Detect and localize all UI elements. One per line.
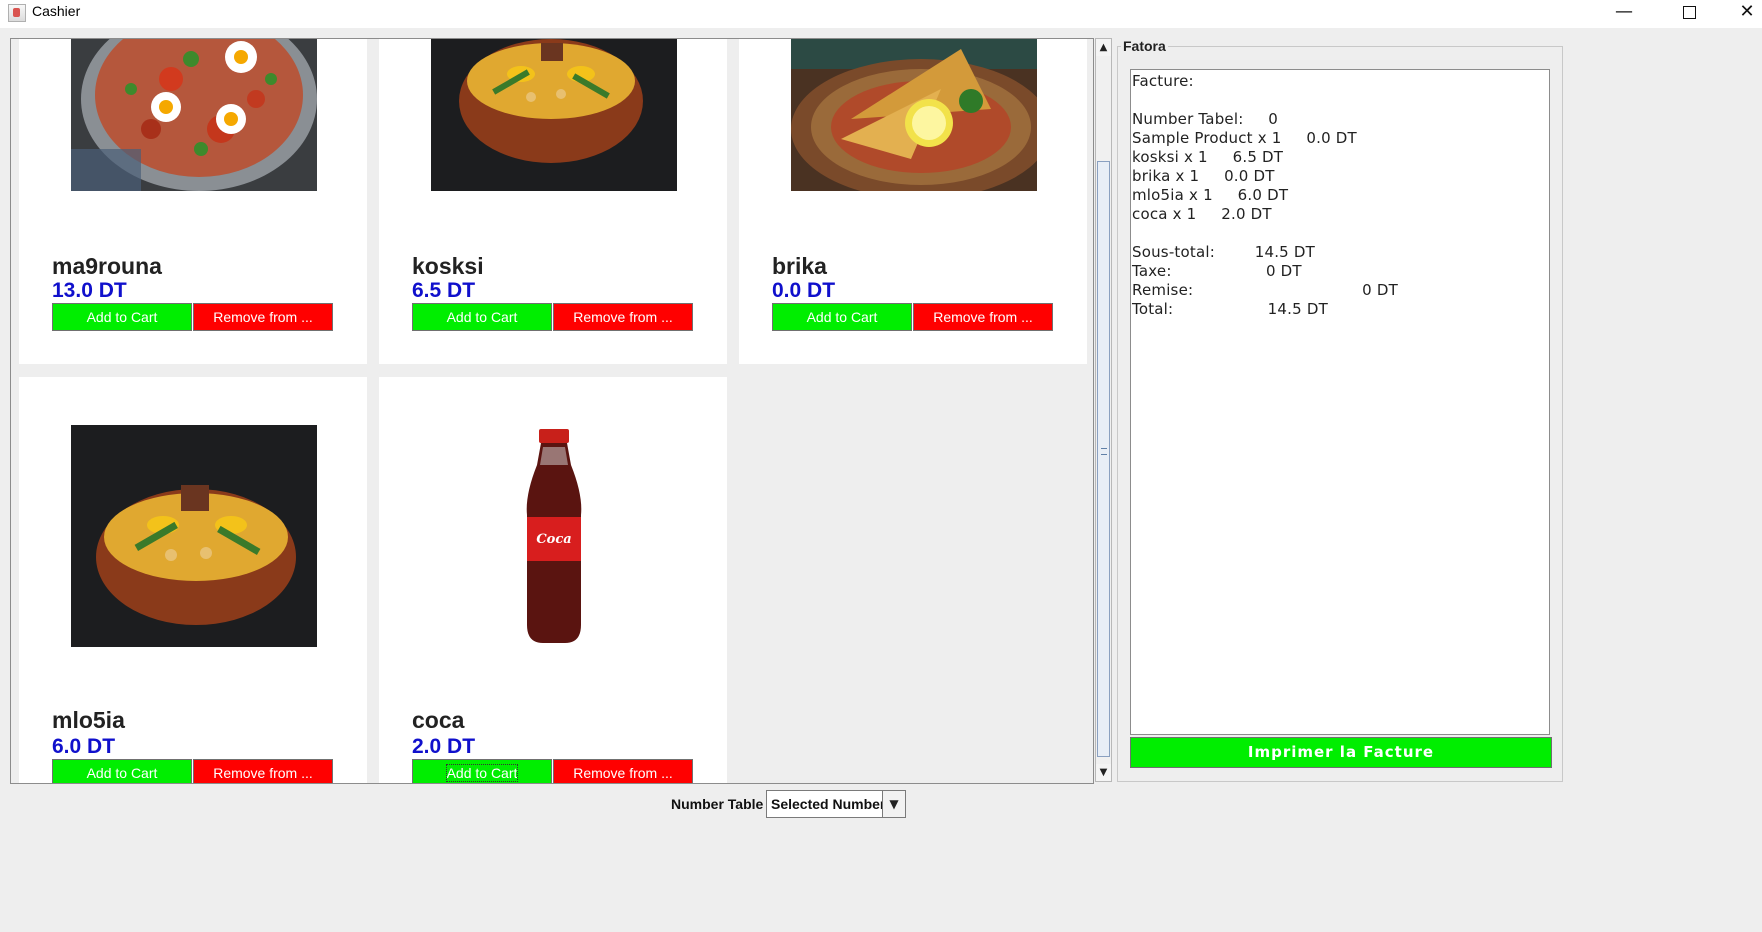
- product-card: ma9rouna 13.0 DT Add to Cart Remove from…: [19, 39, 367, 364]
- invoice-line: brika x 1 0.0 DT: [1132, 167, 1275, 185]
- product-price: 6.5 DT: [412, 279, 476, 302]
- close-button[interactable]: ✕: [1724, 0, 1762, 26]
- maximize-button[interactable]: [1666, 0, 1712, 26]
- invoice-line: [1132, 224, 1549, 243]
- scroll-down-arrow-icon[interactable]: ▼: [1096, 764, 1111, 781]
- add-to-cart-button[interactable]: Add to Cart: [772, 303, 912, 331]
- remove-from-cart-button[interactable]: Remove from ...: [193, 303, 333, 331]
- product-price: 2.0 DT: [412, 735, 476, 758]
- invoice-line: Facture:: [1132, 72, 1194, 90]
- title-bar: Cashier — ✕: [0, 0, 1762, 28]
- svg-text:Coca: Coca: [536, 532, 571, 547]
- grip-icon: [1101, 448, 1107, 455]
- shakshuka-dish-photo: [71, 39, 317, 191]
- invoice-line: [1132, 91, 1549, 110]
- invoice-line: Total: 14.5 DT: [1132, 300, 1328, 318]
- window-title: Cashier: [32, 3, 81, 19]
- add-to-cart-button[interactable]: Add to Cart: [52, 759, 192, 783]
- product-card: Coca coca 2.0 DT Add to Cart Remove from…: [379, 377, 727, 783]
- invoice-line: mlo5ia x 1 6.0 DT: [1132, 186, 1289, 204]
- remove-from-cart-button[interactable]: Remove from ...: [193, 759, 333, 783]
- add-to-cart-button[interactable]: Add to Cart: [52, 303, 192, 331]
- add-to-cart-button[interactable]: Add to Cart: [412, 303, 552, 331]
- invoice-line: coca x 1 2.0 DT: [1132, 205, 1272, 223]
- number-table-select[interactable]: Selected Number ▼: [766, 790, 906, 818]
- number-table-label: Number Table: [671, 796, 764, 812]
- add-to-cart-button[interactable]: Add to Cart: [412, 759, 552, 783]
- product-name: ma9rouna: [52, 253, 162, 279]
- couscous-dish-photo: [71, 425, 317, 647]
- product-card: brika 0.0 DT Add to Cart Remove from ...: [739, 39, 1087, 364]
- product-name: coca: [412, 707, 465, 733]
- number-table-selected-value: Selected Number: [771, 796, 886, 812]
- fatora-title: Fatora: [1121, 38, 1168, 54]
- add-to-cart-label: Add to Cart: [445, 764, 519, 782]
- java-app-icon: [8, 4, 26, 22]
- scroll-up-arrow-icon[interactable]: ▲: [1096, 39, 1111, 56]
- product-name: brika: [772, 253, 827, 279]
- product-price: 0.0 DT: [772, 279, 836, 302]
- remove-from-cart-button[interactable]: Remove from ...: [913, 303, 1053, 331]
- minimize-button[interactable]: —: [1601, 0, 1647, 26]
- invoice-line: Taxe: 0 DT: [1132, 262, 1302, 280]
- scrollbar-thumb[interactable]: [1097, 161, 1110, 757]
- invoice-line: Sample Product x 1 0.0 DT: [1132, 129, 1357, 147]
- product-price: 6.0 DT: [52, 735, 116, 758]
- invoice-text-area[interactable]: Facture: Number Tabel: 0 Sample Product …: [1130, 69, 1550, 735]
- coca-cola-bottle-photo: Coca: [431, 425, 677, 647]
- product-price: 13.0 DT: [52, 279, 127, 302]
- products-scrollbar[interactable]: ▲ ▼: [1095, 38, 1112, 782]
- remove-from-cart-button[interactable]: Remove from ...: [553, 759, 693, 783]
- maximize-icon: [1682, 6, 1696, 19]
- product-name: kosksi: [412, 253, 484, 279]
- invoice-line: Remise: 0 DT: [1132, 281, 1398, 299]
- invoice-line: kosksi x 1 6.5 DT: [1132, 148, 1284, 166]
- print-invoice-button[interactable]: Imprimer la Facture: [1130, 737, 1552, 768]
- couscous-dish-photo: [431, 39, 677, 191]
- invoice-line: Sous-total: 14.5 DT: [1132, 243, 1316, 261]
- product-card: mlo5ia 6.0 DT Add to Cart Remove from ..…: [19, 377, 367, 783]
- product-name: mlo5ia: [52, 707, 125, 733]
- brik-pastry-photo: [791, 39, 1037, 191]
- remove-from-cart-button[interactable]: Remove from ...: [553, 303, 693, 331]
- products-panel: ma9rouna 13.0 DT Add to Cart Remove from…: [10, 38, 1094, 784]
- invoice-line: Number Tabel: 0: [1132, 110, 1279, 128]
- product-card: kosksi 6.5 DT Add to Cart Remove from ..…: [379, 39, 727, 364]
- chevron-down-icon[interactable]: ▼: [882, 791, 905, 817]
